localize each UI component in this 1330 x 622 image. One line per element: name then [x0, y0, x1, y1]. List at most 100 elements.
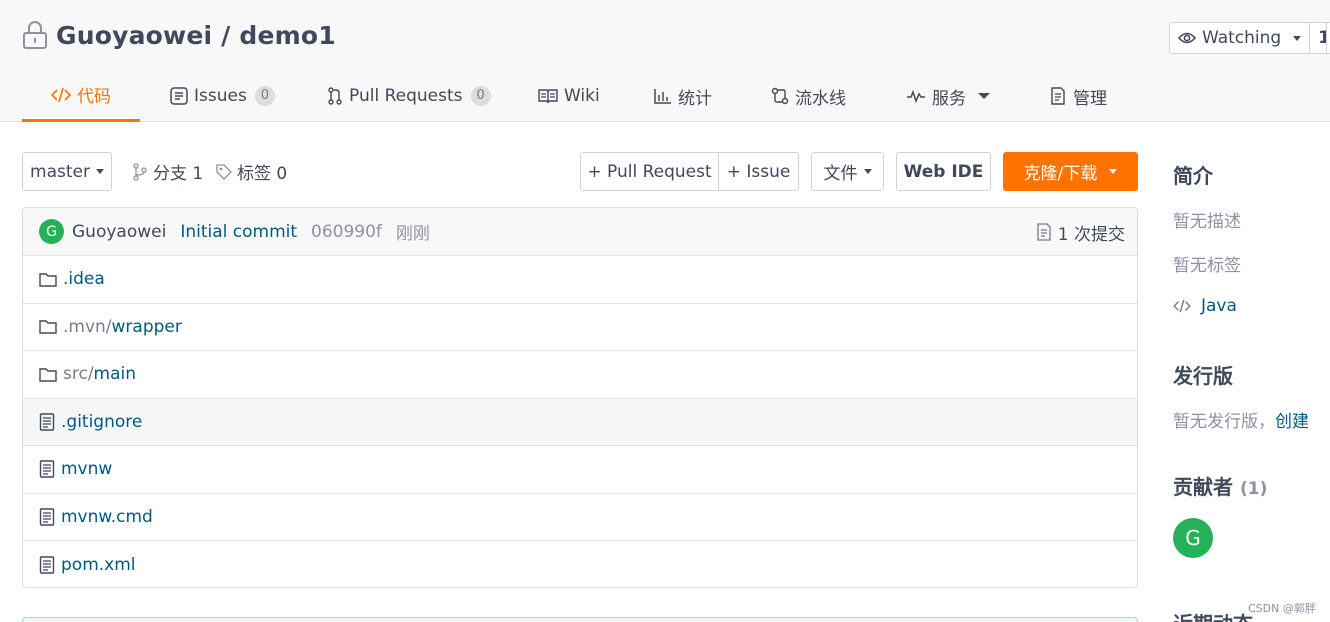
tab-pipeline[interactable]: 流水线 [771, 70, 846, 122]
bar-chart-icon [654, 89, 671, 104]
branch-select[interactable]: master [22, 152, 112, 191]
description-text: 暂无描述 [1173, 212, 1241, 232]
chevron-down-icon [1109, 169, 1118, 174]
tab-label: 代码 [77, 87, 111, 107]
file-row[interactable]: .gitignore [23, 398, 1137, 446]
language-label: Java [1201, 296, 1237, 316]
new-issue-button[interactable]: + Issue [718, 153, 798, 190]
chevron-down-icon [863, 169, 872, 174]
star-button-edge[interactable] [1326, 22, 1330, 54]
no-release-text: 暂无发行版， [1173, 412, 1275, 432]
contributors-heading: 贡献者 (1) [1173, 471, 1267, 500]
file-row[interactable]: src/main [23, 351, 1137, 399]
settings-doc-icon [1051, 87, 1065, 105]
tab-stats[interactable]: 统计 [654, 70, 712, 122]
avatar[interactable]: G [1173, 518, 1213, 558]
avatar[interactable]: G [39, 219, 64, 244]
commit-sha-link[interactable]: 060990f [311, 222, 382, 242]
commit-count-link[interactable]: 1 次提交 [1036, 208, 1125, 256]
branches-link[interactable]: 分支 1 [132, 152, 203, 191]
create-button-group: + Pull Request + Issue [580, 152, 799, 191]
release-text: 暂无发行版，创建 [1173, 407, 1309, 432]
branch-icon [133, 162, 147, 181]
branches-count: 分支 1 [153, 164, 204, 184]
watermark: CSDN @郭胖 [1248, 602, 1316, 615]
file-icon [39, 556, 55, 574]
chevron-down-icon [1293, 35, 1302, 41]
tab-label: 管理 [1073, 88, 1107, 109]
commit-author-link[interactable]: Guoyaowei [72, 222, 166, 242]
tab-code[interactable]: 代码 [22, 70, 140, 122]
create-release-link[interactable]: 创建 [1275, 412, 1309, 432]
code-icon [1173, 299, 1191, 313]
pull-request-icon [328, 87, 342, 105]
file-list: G Guoyaowei Initial commit 060990f 刚刚 1 … [22, 207, 1138, 588]
contributors-count: (1) [1239, 479, 1268, 499]
file-icon [39, 508, 55, 526]
repo-owner-link[interactable]: Guoyaowei [56, 21, 212, 50]
issues-count-badge: 0 [254, 86, 275, 106]
repo-name-link[interactable]: demo1 [239, 21, 335, 50]
file-menu-button[interactable]: 文件 [811, 152, 884, 191]
eye-icon [1178, 32, 1196, 44]
file-name-link[interactable]: mvnw.cmd [61, 507, 153, 527]
web-ide-button[interactable]: Web IDE [896, 152, 991, 191]
file-name-link[interactable]: pom.xml [61, 555, 136, 575]
file-row[interactable]: .mvn/wrapper [23, 304, 1137, 351]
folder-icon [39, 368, 57, 382]
language-link[interactable]: Java [1173, 296, 1237, 316]
file-icon [39, 413, 55, 431]
repo-tabs: 代码 Issues 0 Pull Requests 0 Wiki 统计 流水线 … [22, 70, 1142, 122]
folder-icon [39, 320, 57, 334]
tab-label: 流水线 [795, 88, 846, 109]
clone-download-button[interactable]: 克隆/下载 [1003, 152, 1138, 191]
tab-label: Wiki [564, 86, 600, 106]
new-pull-request-button[interactable]: + Pull Request [581, 153, 718, 190]
chevron-down-icon [978, 93, 990, 99]
file-menu-label: 文件 [823, 164, 858, 184]
book-icon [538, 89, 558, 104]
tab-services[interactable]: 服务 [906, 70, 990, 122]
watch-label: Watching [1202, 28, 1282, 48]
file-row[interactable]: .idea [23, 256, 1137, 304]
tag-icon [216, 163, 232, 180]
commit-time: 刚刚 [395, 224, 430, 244]
commit-message-link[interactable]: Initial commit [180, 222, 297, 242]
latest-commit-bar: G Guoyaowei Initial commit 060990f 刚刚 1 … [23, 208, 1137, 256]
intro-heading: 简介 [1173, 164, 1213, 188]
file-row[interactable]: mvnw.cmd [23, 494, 1137, 541]
tab-manage[interactable]: 管理 [1049, 70, 1107, 122]
tab-label: Issues [194, 86, 247, 106]
contributors-title: 贡献者 [1173, 475, 1233, 499]
release-heading: 发行版 [1173, 364, 1233, 388]
tab-pull-requests[interactable]: Pull Requests 0 [327, 70, 491, 122]
tags-text: 暂无标签 [1173, 256, 1241, 276]
tab-issues[interactable]: Issues 0 [170, 70, 275, 122]
file-row[interactable]: mvnw [23, 446, 1137, 494]
file-name-link[interactable]: .idea [63, 269, 105, 289]
code-icon [51, 87, 71, 102]
file-name-link[interactable]: mvnw [61, 459, 112, 479]
file-name-link[interactable]: .gitignore [61, 412, 142, 432]
pull-requests-count-badge: 0 [470, 86, 491, 106]
tags-link[interactable]: 标签 0 [216, 152, 287, 191]
chevron-down-icon [95, 169, 104, 174]
pulse-icon [907, 89, 925, 103]
pipeline-icon [771, 87, 789, 105]
readme-panel-edge [22, 617, 1138, 622]
issues-icon [170, 87, 188, 105]
watch-button[interactable]: Watching [1170, 23, 1311, 53]
path-prefix: .mvn/ [63, 316, 112, 337]
tags-count: 标签 0 [237, 164, 288, 184]
clone-label: 克隆/下载 [1023, 164, 1098, 184]
repo-separator: / [212, 20, 240, 50]
history-icon [1037, 223, 1051, 241]
file-row[interactable]: pom.xml [23, 541, 1137, 587]
tab-wiki[interactable]: Wiki [538, 70, 600, 122]
file-name-link[interactable]: wrapper [112, 317, 182, 337]
file-name-link[interactable]: main [94, 364, 136, 384]
lock-icon [23, 21, 47, 49]
repo-title: Guoyaowei / demo1 [22, 20, 336, 50]
tab-label: 统计 [678, 88, 712, 109]
path-prefix: src/ [63, 364, 94, 385]
